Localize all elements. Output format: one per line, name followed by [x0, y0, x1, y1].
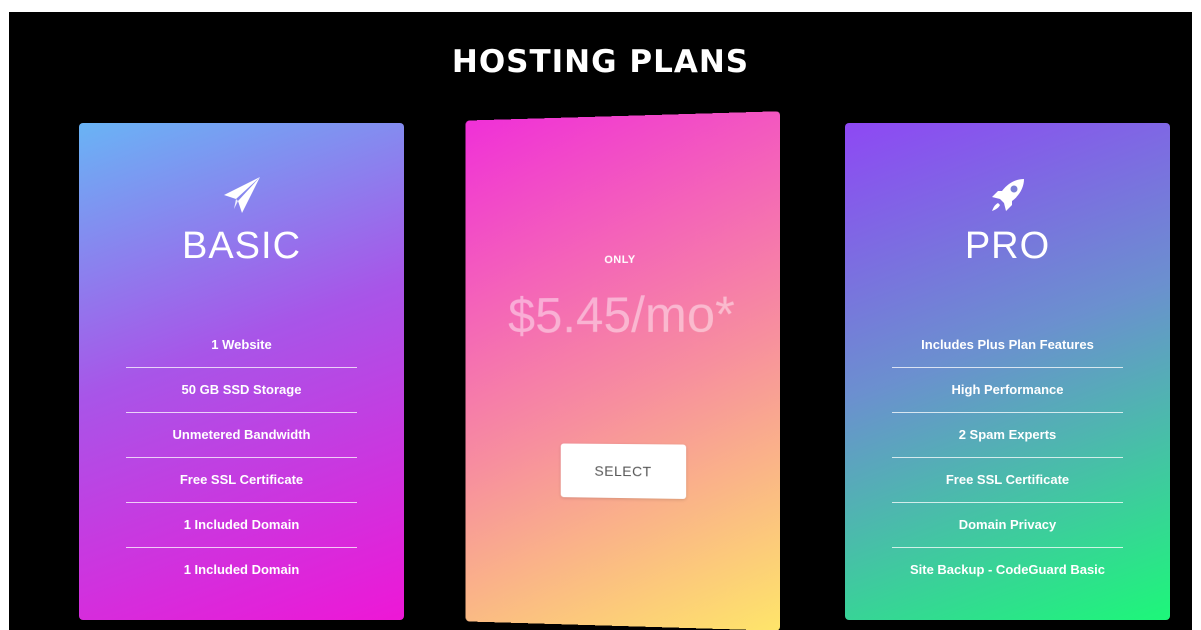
- feature-item: Site Backup - CodeGuard Basic: [909, 562, 1106, 577]
- select-button[interactable]: SELECT: [560, 443, 687, 499]
- pricing-section: HOSTING PLANS BASIC 1 Website 50 GB SSD …: [9, 12, 1192, 630]
- plan-name-basic: BASIC: [181, 225, 302, 267]
- page-title: HOSTING PLANS: [451, 44, 750, 80]
- feature-item: High Performance: [892, 368, 1123, 413]
- feature-item: Includes Plus Plan Features: [892, 323, 1123, 368]
- plan-card-featured: ONLY $5.45/mo* SELECT: [465, 111, 781, 630]
- feature-item: 2 Spam Experts: [892, 413, 1123, 458]
- feature-item: Unmetered Bandwidth: [126, 413, 357, 458]
- rocket-icon: [986, 173, 1030, 217]
- feature-item: Free SSL Certificate: [892, 458, 1123, 503]
- feature-list-basic: 1 Website 50 GB SSD Storage Unmetered Ba…: [126, 323, 357, 592]
- paper-plane-icon: [220, 173, 264, 217]
- feature-item: 1 Website: [126, 323, 357, 368]
- plan-card-pro: PRO Includes Plus Plan Features High Per…: [845, 123, 1170, 620]
- only-label: ONLY: [604, 253, 636, 267]
- feature-item: 1 Included Domain: [183, 562, 300, 577]
- plan-card-basic: BASIC 1 Website 50 GB SSD Storage Unmete…: [79, 123, 404, 620]
- feature-item: Free SSL Certificate: [126, 458, 357, 503]
- feature-item: 1 Included Domain: [126, 503, 357, 548]
- feature-list-pro: Includes Plus Plan Features High Perform…: [892, 323, 1123, 592]
- feature-item: Domain Privacy: [892, 503, 1123, 548]
- plan-name-pro: PRO: [964, 225, 1051, 267]
- price: $5.45/mo*: [508, 285, 735, 344]
- feature-item: 50 GB SSD Storage: [126, 368, 357, 413]
